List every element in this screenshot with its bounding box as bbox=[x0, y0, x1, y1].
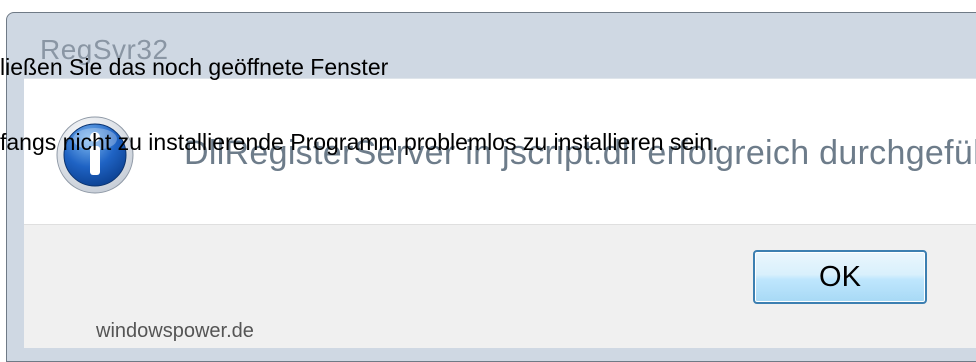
overlay-caption-line-2: fangs nicht zu installierende Programm p… bbox=[0, 129, 719, 155]
ok-button[interactable]: OK bbox=[753, 250, 927, 304]
overlay-caption-line-1: ließen Sie das noch geöffnete Fenster bbox=[0, 54, 389, 80]
watermark: windowspower.de bbox=[96, 320, 254, 342]
